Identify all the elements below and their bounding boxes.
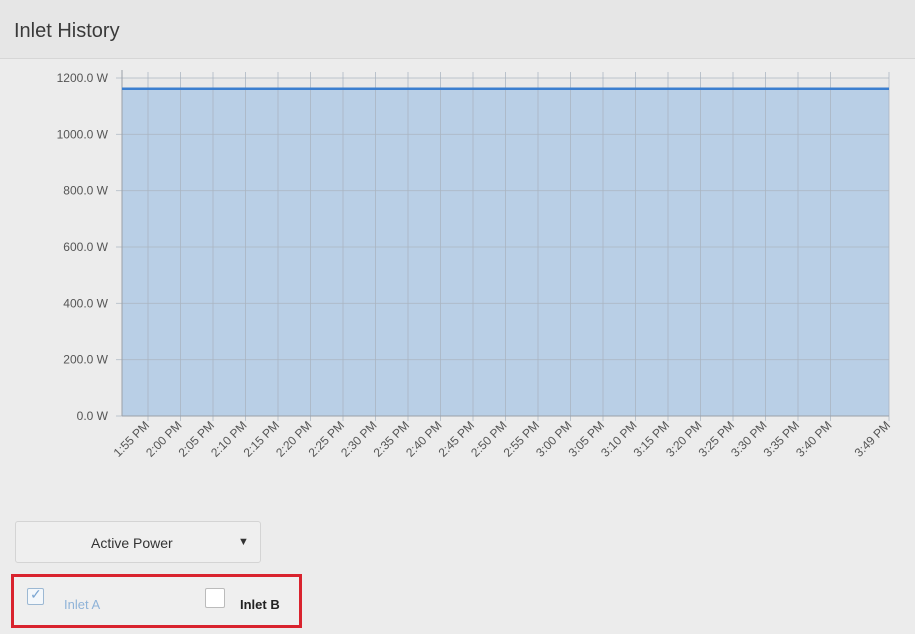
y-tick-label: 400.0 W xyxy=(63,296,108,310)
metric-dropdown[interactable]: Active Power ▼ xyxy=(15,521,261,563)
y-tick-label: 800.0 W xyxy=(63,184,108,198)
chevron-down-icon: ▼ xyxy=(238,536,249,548)
y-tick-label: 0.0 W xyxy=(77,409,109,423)
inlet-a-checkbox[interactable]: ✓ xyxy=(27,586,44,605)
y-tick-label: 600.0 W xyxy=(63,240,108,254)
inlet-b-checkbox[interactable] xyxy=(205,588,225,608)
check-icon: ✓ xyxy=(30,586,42,602)
x-tick-label: 3:40 PM xyxy=(793,418,835,460)
metric-dropdown-label: Active Power xyxy=(91,535,173,551)
panel-header: Inlet History xyxy=(0,0,915,59)
inlet-history-chart: 0.0 W 200.0 W 400.0 W 600.0 W 800.0 W 1000.0 … xyxy=(57,70,894,460)
inlet-b-label[interactable]: Inlet B xyxy=(240,597,280,612)
inlet-legend: ✓ Inlet A Inlet B xyxy=(11,574,302,628)
panel-title: Inlet History xyxy=(14,20,120,42)
inlet-a-label[interactable]: Inlet A xyxy=(64,597,100,612)
y-tick-label: 200.0 W xyxy=(63,353,108,367)
y-tick-label: 1200.0 W xyxy=(57,71,109,85)
x-tick-label: 3:49 PM xyxy=(852,418,894,460)
y-tick-label: 1000.0 W xyxy=(57,127,109,141)
